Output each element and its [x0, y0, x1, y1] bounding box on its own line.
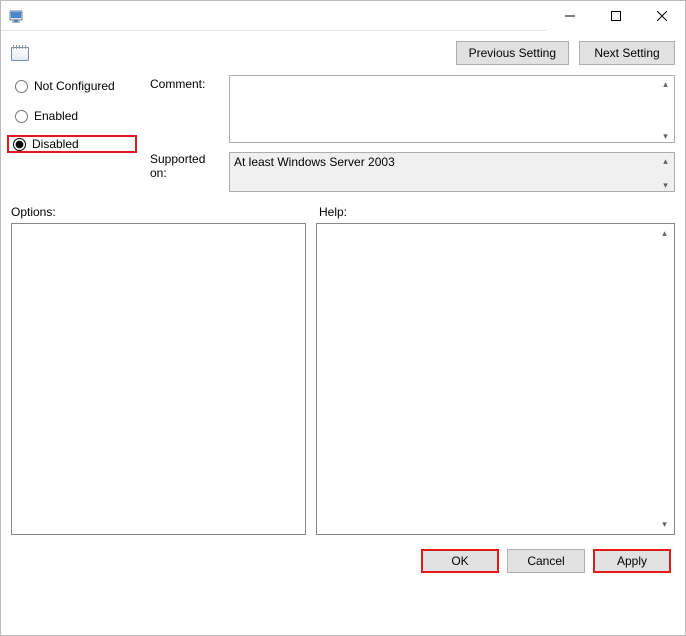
scroll-down-icon: ▾ — [656, 516, 673, 533]
help-scroll: ▴ ▾ — [656, 225, 673, 533]
radio-not-configured[interactable]: Not Configured — [11, 77, 146, 95]
radio-disabled-input[interactable] — [13, 138, 26, 151]
scroll-up-icon: ▴ — [656, 225, 673, 242]
comment-label: Comment: — [150, 75, 225, 91]
radio-not-configured-input[interactable] — [15, 80, 28, 93]
radio-enabled-input[interactable] — [15, 110, 28, 123]
next-setting-button[interactable]: Next Setting — [579, 41, 675, 65]
radio-not-configured-label: Not Configured — [34, 79, 115, 93]
supported-on-textarea — [229, 152, 675, 192]
close-button[interactable] — [639, 1, 685, 31]
help-label: Help: — [319, 205, 347, 219]
cancel-button[interactable]: Cancel — [507, 549, 585, 573]
previous-setting-button[interactable]: Previous Setting — [456, 41, 569, 65]
radio-enabled-label: Enabled — [34, 109, 78, 123]
apply-button[interactable]: Apply — [593, 549, 671, 573]
ok-button[interactable]: OK — [421, 549, 499, 573]
minimize-button[interactable] — [547, 1, 593, 31]
options-label: Options: — [11, 205, 311, 219]
state-radio-group: Not Configured Enabled Disabled — [11, 75, 146, 151]
options-panel — [11, 223, 306, 535]
comment-textarea[interactable] — [229, 75, 675, 143]
policy-icon — [11, 45, 29, 61]
help-panel: ▴ ▾ — [316, 223, 675, 535]
titlebar — [1, 1, 685, 31]
app-icon — [9, 8, 25, 24]
supported-on-label: Supported on: — [150, 146, 225, 180]
radio-enabled[interactable]: Enabled — [11, 107, 146, 125]
maximize-button[interactable] — [593, 1, 639, 31]
dialog-footer: OK Cancel Apply — [1, 535, 685, 583]
radio-disabled[interactable]: Disabled — [7, 135, 137, 153]
radio-disabled-label: Disabled — [32, 137, 79, 151]
window-controls — [547, 1, 685, 31]
